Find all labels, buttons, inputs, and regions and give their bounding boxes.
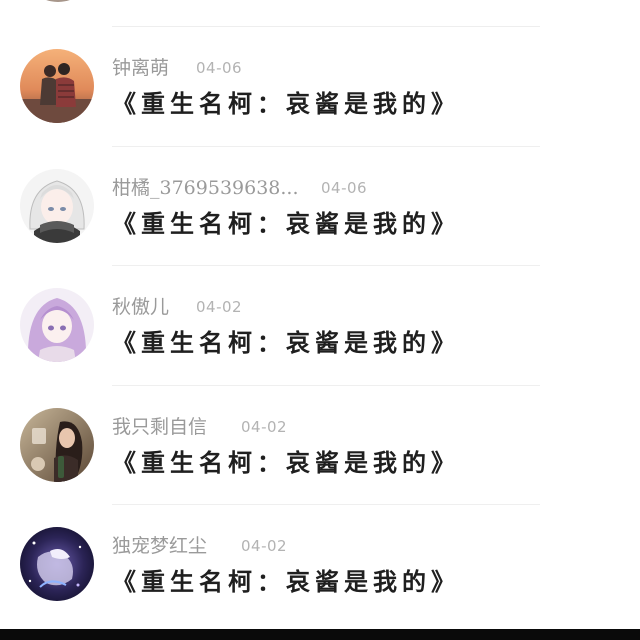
couple-sunset-avatar[interactable]: [20, 49, 94, 123]
username[interactable]: 秋傲儿: [112, 296, 169, 318]
comment-date: 04-02: [196, 298, 243, 316]
book-title[interactable]: 《重生名柯：哀酱是我的》: [112, 209, 460, 239]
girl-photo-icon: [20, 407, 94, 482]
book-title[interactable]: 《重生名柯：哀酱是我的》: [112, 328, 460, 358]
anime-white-hair-icon: [20, 168, 94, 243]
list-item[interactable]: 柑橘_3769539638... 04-06 《重生名柯：哀酱是我的》: [0, 147, 640, 266]
anime-purple-hair-avatar[interactable]: [20, 288, 94, 362]
username[interactable]: 我只剩自信: [112, 416, 207, 438]
username[interactable]: 钟离萌: [112, 57, 169, 79]
previous-list-item[interactable]: [0, 0, 640, 27]
comment-meta: 秋傲儿: [112, 295, 169, 319]
avatar[interactable]: [22, 0, 94, 2]
comment-list: 钟离萌 04-06 《重生名柯：哀酱是我的》 柑橘_3769539638... …: [0, 27, 640, 625]
book-title[interactable]: 《重生名柯：哀酱是我的》: [112, 89, 460, 119]
bottom-bar: [0, 629, 640, 640]
comment-date: 04-02: [241, 537, 288, 555]
anime-purple-hair-icon: [20, 288, 94, 362]
anime-white-hair-avatar[interactable]: [20, 168, 94, 243]
book-title[interactable]: 《重生名柯：哀酱是我的》: [112, 448, 460, 478]
comment-meta: 我只剩自信: [112, 415, 207, 439]
list-item[interactable]: 秋傲儿 04-02 《重生名柯：哀酱是我的》: [0, 266, 640, 386]
comment-list-screen: 钟离萌 04-06 《重生名柯：哀酱是我的》 柑橘_3769539638... …: [0, 0, 640, 640]
comment-date: 04-06: [196, 59, 243, 77]
book-title[interactable]: 《重生名柯：哀酱是我的》: [112, 567, 460, 597]
username[interactable]: 柑橘_3769539638...: [112, 177, 299, 199]
list-item[interactable]: 我只剩自信 04-02 《重生名柯：哀酱是我的》: [0, 386, 640, 505]
comment-meta: 柑橘_3769539638...: [112, 176, 299, 200]
username[interactable]: 独宠梦红尘: [112, 535, 207, 557]
couple-sunset-icon: [20, 49, 94, 123]
anime-galaxy-avatar[interactable]: [20, 527, 94, 601]
comment-date: 04-06: [321, 178, 368, 197]
list-item[interactable]: 钟离萌 04-06 《重生名柯：哀酱是我的》: [0, 27, 640, 147]
comment-date: 04-02: [241, 417, 288, 436]
comment-meta: 独宠梦红尘: [112, 534, 207, 558]
anime-galaxy-icon: [20, 527, 94, 601]
list-item[interactable]: 独宠梦红尘 04-02 《重生名柯：哀酱是我的》: [0, 505, 640, 625]
girl-photo-avatar[interactable]: [20, 407, 94, 482]
comment-meta: 钟离萌: [112, 56, 169, 80]
